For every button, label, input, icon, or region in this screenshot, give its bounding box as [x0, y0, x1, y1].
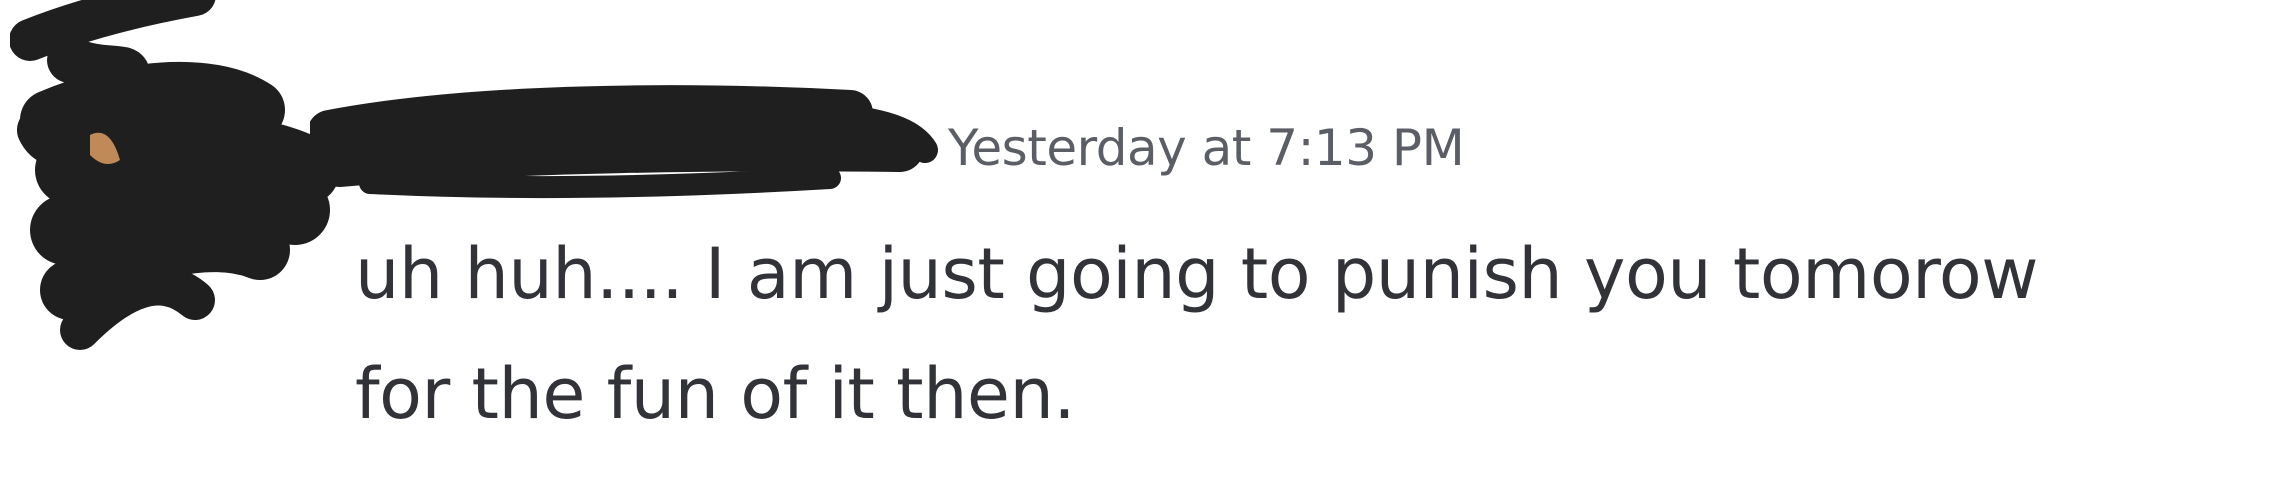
message-timestamp[interactable]: Yesterday at 7:13 PM — [948, 116, 1465, 180]
message-content: uh huh.... I am just going to punish you… — [355, 214, 2235, 454]
redacted-username-scribble[interactable] — [310, 78, 940, 208]
redacted-avatar-icon[interactable] — [10, 0, 340, 370]
chat-message: Yesterday at 7:13 PM uh huh.... I am jus… — [0, 0, 2269, 500]
message-line-1: uh huh.... I am just going to punish you… — [355, 233, 2039, 315]
message-line-2: for the fun of it then. — [355, 353, 1076, 435]
